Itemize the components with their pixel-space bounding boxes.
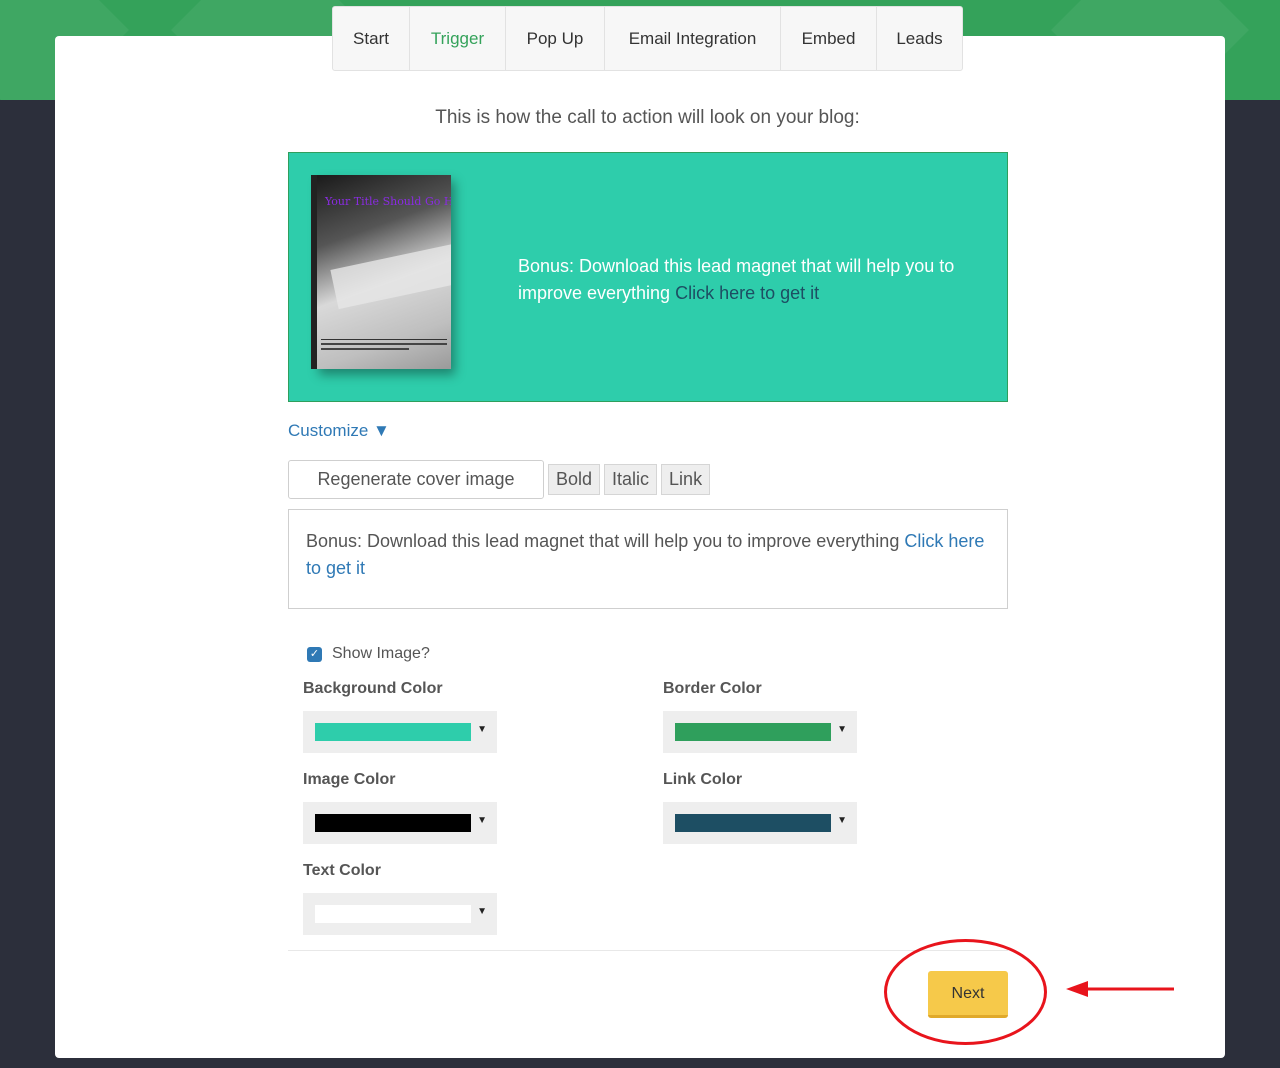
tab-start[interactable]: Start: [333, 7, 410, 70]
bold-button[interactable]: Bold: [548, 464, 601, 495]
link-color-swatch: [675, 814, 831, 832]
border-color-label: Border Color: [663, 680, 762, 697]
link-button[interactable]: Link: [661, 464, 711, 495]
cta-preview: Your Title Should Go H Bonus: Download t…: [288, 152, 1008, 402]
show-image-checkbox[interactable]: ✓: [307, 646, 322, 662]
text-color-label: Text Color: [303, 862, 381, 879]
annotation-arrow-icon: [1066, 981, 1174, 997]
show-image-label: Show Image?: [332, 645, 430, 662]
editor-body-text: Bonus: Download this lead magnet that wi…: [306, 531, 900, 551]
dropdown-arrow-icon: ▼: [477, 724, 487, 735]
dropdown-arrow-icon: ▼: [477, 815, 487, 826]
background-color-picker[interactable]: ▼: [303, 711, 497, 753]
border-color-swatch: [675, 723, 831, 741]
footer-divider: [288, 950, 1008, 951]
preview-text: Bonus: Download this lead magnet that wi…: [518, 253, 988, 307]
preview-intro-text: This is how the call to action will look…: [435, 107, 860, 128]
background-color-label: Background Color: [303, 680, 443, 697]
book-cover-title: Your Title Should Go H: [325, 195, 451, 208]
dropdown-arrow-icon: ▼: [477, 906, 487, 917]
show-image-option[interactable]: ✓ Show Image?: [307, 645, 430, 663]
book-spine: [311, 175, 317, 369]
cover-laptop-graphic: [330, 240, 451, 310]
link-color-picker[interactable]: ▼: [663, 802, 857, 844]
image-color-label: Image Color: [303, 771, 396, 788]
text-color-swatch: [315, 905, 471, 923]
dropdown-arrow-icon: ▼: [837, 724, 847, 735]
wizard-tabs: Start Trigger Pop Up Email Integration E…: [332, 6, 963, 71]
tab-trigger[interactable]: Trigger: [410, 7, 506, 70]
editor-toolbar: Regenerate cover image Bold Italic Link: [288, 460, 711, 499]
dropdown-arrow-icon: ▼: [837, 815, 847, 826]
book-cover-image: Your Title Should Go H: [311, 175, 451, 369]
link-color-label: Link Color: [663, 771, 743, 788]
background-color-swatch: [315, 723, 471, 741]
image-color-picker[interactable]: ▼: [303, 802, 497, 844]
customize-toggle[interactable]: Customize ▼: [288, 421, 390, 441]
text-color-picker[interactable]: ▼: [303, 893, 497, 935]
regenerate-cover-button[interactable]: Regenerate cover image: [288, 460, 544, 499]
tab-pop-up[interactable]: Pop Up: [506, 7, 605, 70]
preview-link[interactable]: Click here to get it: [675, 283, 819, 303]
tab-email-integration[interactable]: Email Integration: [605, 7, 781, 70]
next-button[interactable]: Next: [928, 971, 1008, 1018]
tab-embed[interactable]: Embed: [781, 7, 877, 70]
book-cover-footer: [321, 339, 447, 355]
italic-button[interactable]: Italic: [604, 464, 658, 495]
book-cover: Your Title Should Go H: [315, 175, 451, 369]
cta-text-editor[interactable]: Bonus: Download this lead magnet that wi…: [288, 509, 1008, 609]
tab-leads[interactable]: Leads: [877, 7, 962, 70]
border-color-picker[interactable]: ▼: [663, 711, 857, 753]
image-color-swatch: [315, 814, 471, 832]
